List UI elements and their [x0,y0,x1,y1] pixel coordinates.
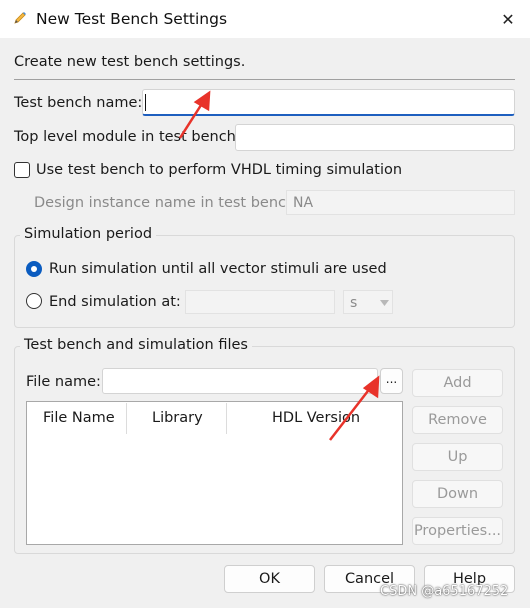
annotation-arrows [178,90,380,441]
annotation-arrow [329,375,380,441]
annotation-arrow [178,90,211,139]
watermark: CSDN @a65167252 [380,584,509,599]
